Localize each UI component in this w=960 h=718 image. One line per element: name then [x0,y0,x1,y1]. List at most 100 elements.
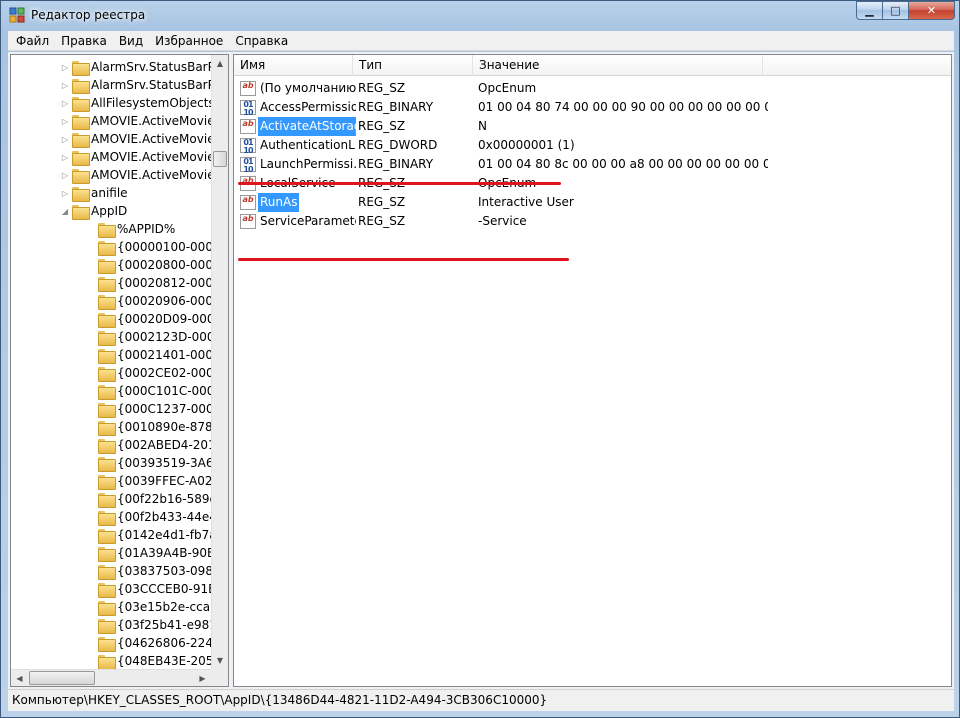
collapse-arrow-icon[interactable]: ◢ [59,202,71,220]
tree-item[interactable]: ▷ AMOVIE.ActiveMovie [59,166,211,184]
value-row[interactable]: 01 10 AuthenticationL... REG_DWORD 0x0000000… [234,136,951,155]
tree-item-label: {03837503-098b-11 [117,564,211,578]
value-row[interactable]: ab ServiceParametersREG_SZ -Service [234,212,951,231]
binary-value-icon: 01 10 [240,100,256,117]
close-button[interactable]: ✕ [909,1,955,20]
tree-item[interactable]: {000C1237-0000-00 [85,400,211,418]
tree-item[interactable]: {03f25b41-e981-46 [85,616,211,634]
value-type: REG_BINARY [358,157,434,171]
tree-item[interactable]: {0010890e-8789-41 [85,418,211,436]
folder-icon [72,150,90,166]
folder-icon [98,240,116,256]
value-row[interactable]: 01 10 LaunchPermissi... REG_BINARY 01 00 04 … [234,155,951,174]
tree-item[interactable]: {00021401-0000-00 [85,346,211,364]
tree-item[interactable]: ▷ AMOVIE.ActiveMovie [59,148,211,166]
value-data: 0x00000001 (1) [478,138,575,152]
tree-item-label: {00000100-0000-00 [117,240,211,254]
folder-icon [98,384,116,400]
value-row[interactable]: abActivateAtStorageREG_SZ N [234,117,951,136]
values-list[interactable]: Имя Тип Значение ab (По умолчанию) REG_SZ O… [233,54,952,687]
scroll-right-icon[interactable]: ▶ [194,670,211,686]
value-row[interactable]: 01 10 AccessPermission REG_BINARY 01 00 04 8… [234,98,951,117]
tree-item[interactable]: {0002CE02-0000-00 [85,364,211,382]
tree-item[interactable]: ▷ anifile [59,184,128,202]
expand-arrow-icon[interactable]: ▷ [59,148,71,166]
value-row[interactable]: ab RunAs REG_SZ Interactive User [234,193,951,212]
expand-arrow-icon[interactable]: ▷ [59,58,71,76]
scroll-thumb[interactable] [213,151,227,167]
tree-item[interactable]: {01A39A4B-90E2-4 [85,544,211,562]
tree-item[interactable]: {00f2b433-44e4-4c [85,508,211,526]
tree-item[interactable]: {000C101C-0000-0 [85,382,211,400]
folder-icon [98,618,116,634]
tree-item[interactable]: ▷ AMOVIE.ActiveMovie [59,130,211,148]
tree-item[interactable]: ▷ AllFilesystemObjects [59,94,211,112]
tree-item-label: {00020800-0000-00 [117,258,211,272]
tree-item[interactable]: {00020800-0000-00 [85,256,211,274]
tree-item[interactable]: {0002123D-0000-00 [85,328,211,346]
menu-file[interactable]: Файл [8,34,55,48]
tree-item[interactable]: ▷ AlarmSrv.StatusBarPP [59,76,211,94]
tree-item[interactable]: {0039FFEC-A022-4 [85,472,211,490]
folder-icon [98,564,116,580]
tree-item[interactable]: ◢ AppID [59,202,127,220]
expand-arrow-icon[interactable]: ▷ [59,112,71,130]
scroll-down-icon[interactable]: ▼ [212,652,228,669]
registry-editor-window: Редактор реестра ▁ □ ✕ Файл Правка Вид И… [0,0,960,718]
tree-item[interactable]: {00f22b16-589e-49 [85,490,211,508]
expand-arrow-icon[interactable]: ▷ [59,76,71,94]
column-type[interactable]: Тип [353,55,473,76]
menu-bar: Файл Правка Вид Избранное Справка [8,31,954,51]
value-name-cell: ab (По умолчанию) [240,79,356,98]
menu-favorites[interactable]: Избранное [149,34,229,48]
tree-item[interactable]: ▷ AMOVIE.ActiveMovie [59,112,211,130]
caption-buttons: ▁ □ ✕ [856,1,955,22]
tree-item[interactable]: {03e15b2e-cca6-45 [85,598,211,616]
horizontal-scroll-thumb[interactable] [29,671,95,685]
folder-icon [98,330,116,346]
expand-arrow-icon[interactable]: ▷ [59,184,71,202]
expand-arrow-icon[interactable]: ▷ [59,130,71,148]
value-data: 01 00 04 80 8c 00 00 00 a8 00 00 00 00 0… [478,157,768,171]
scroll-left-icon[interactable]: ◀ [11,670,28,686]
maximize-button[interactable]: □ [883,1,909,20]
column-value[interactable]: Значение [473,55,763,76]
expand-arrow-icon[interactable]: ▷ [59,166,71,184]
tree-item[interactable]: {00020812-0000-00 [85,274,211,292]
tree-vertical-scrollbar[interactable]: ▲ ▼ [211,55,228,669]
binary-value-icon: 01 10 [240,157,256,174]
tree-item[interactable]: {03CCCEB0-91EB- [85,580,211,598]
tree-item[interactable]: {00020906-0000-00 [85,292,211,310]
tree-item[interactable]: {03837503-098b-11 [85,562,211,580]
folder-icon [98,312,116,328]
tree-item[interactable]: {00020D09-0000-00 [85,310,211,328]
tree-item[interactable]: {0142e4d1-fb7a-11 [85,526,211,544]
tree-item[interactable]: %APPID% [85,220,175,238]
minimize-icon: ▁ [865,4,874,17]
tree-item[interactable]: {00000100-0000-00 [85,238,211,256]
title-bar[interactable]: Редактор реестра ▁ □ ✕ [1,1,959,31]
column-name[interactable]: Имя [234,55,353,76]
expand-arrow-icon[interactable]: ▷ [59,94,71,112]
tree-item[interactable]: {002ABED4-2017-4 [85,436,211,454]
menu-view[interactable]: Вид [113,34,149,48]
registry-tree[interactable]: ▷ AlarmSrv.StatusBarPP ▷ AlarmSrv.StatusBar… [10,54,229,687]
menu-help[interactable]: Справка [229,34,294,48]
tree-item[interactable]: {00393519-3A67-4 [85,454,211,472]
tree-item[interactable]: {04626806-2243-43 [85,634,211,652]
minimize-button[interactable]: ▁ [856,1,883,20]
tree-item[interactable]: ▷ AlarmSrv.StatusBarPP [59,58,211,76]
menu-edit[interactable]: Правка [55,34,113,48]
tree-item[interactable]: {048EB43E-2059-42 [85,652,211,669]
scroll-up-icon[interactable]: ▲ [212,55,228,72]
value-row[interactable]: ab (По умолчанию) REG_SZ OpcEnum [234,79,951,98]
folder-icon [98,294,116,310]
tree-horizontal-scrollbar[interactable]: ◀ ▶ [11,669,211,686]
